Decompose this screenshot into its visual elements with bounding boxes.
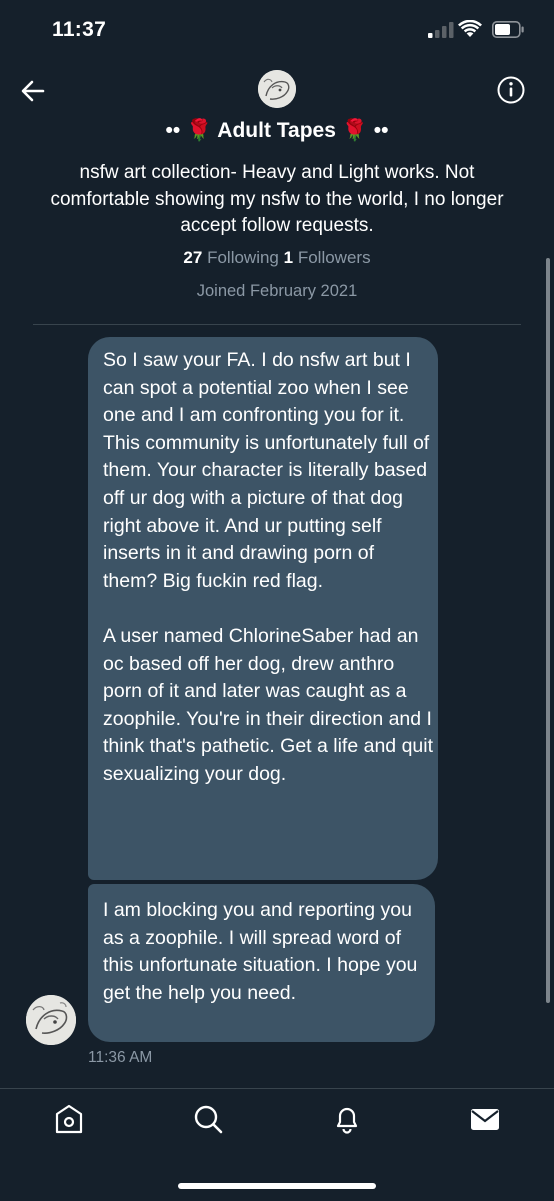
message-paragraph: A user named ChlorineSaber had an oc bas… (103, 624, 434, 785)
message-paragraph: So I saw your FA. I do nsfw art but I ca… (103, 349, 430, 592)
status-time: 11:37 (52, 18, 107, 41)
message-bubble[interactable]: I am blocking you and reporting you as a… (88, 884, 435, 1042)
battery-icon (492, 21, 524, 38)
following-link[interactable]: 27 Following (183, 248, 278, 267)
status-bar: 11:37 (0, 0, 554, 60)
cellular-signal-icon (428, 22, 454, 38)
search-icon[interactable] (192, 1103, 224, 1135)
arrow-left-icon[interactable] (18, 76, 48, 106)
message-text: So I saw your FA. I do nsfw art but I ca… (103, 347, 433, 789)
sender-avatar[interactable] (26, 995, 76, 1045)
avatar-drawing-icon (258, 70, 296, 108)
profile-avatar[interactable] (258, 70, 296, 108)
following-label: Following (207, 248, 279, 267)
info-circle-icon[interactable] (496, 75, 526, 105)
joined-date: Joined February 2021 (196, 282, 358, 300)
home-indicator[interactable] (178, 1183, 376, 1189)
message-text: I am blocking you and reporting you as a… (103, 897, 428, 1007)
followers-count: 1 (283, 248, 294, 267)
followers-label: Followers (297, 248, 371, 267)
wifi-icon (458, 20, 482, 37)
follow-stats: 27 Following 1 Followers (0, 248, 554, 268)
following-count: 27 (183, 248, 203, 267)
followers-link[interactable]: 1 Followers (284, 248, 371, 267)
message-timestamp: 11:36 AM (88, 1049, 153, 1066)
avatar-drawing-icon (26, 995, 76, 1045)
profile-name: •• 🌹 Adult Tapes 🌹 •• (165, 119, 389, 142)
notifications-bell-icon[interactable] (331, 1103, 363, 1135)
scrollbar[interactable] (546, 258, 550, 1003)
conversation-header (0, 60, 554, 120)
home-icon[interactable] (53, 1103, 85, 1135)
message-bubble[interactable]: So I saw your FA. I do nsfw art but I ca… (88, 337, 438, 880)
messages-envelope-icon[interactable] (469, 1103, 501, 1135)
profile-bio: nsfw art collection- Heavy and Light wor… (50, 162, 504, 236)
message-paragraph: I am blocking you and reporting you as a… (103, 899, 418, 1004)
divider (33, 324, 521, 325)
